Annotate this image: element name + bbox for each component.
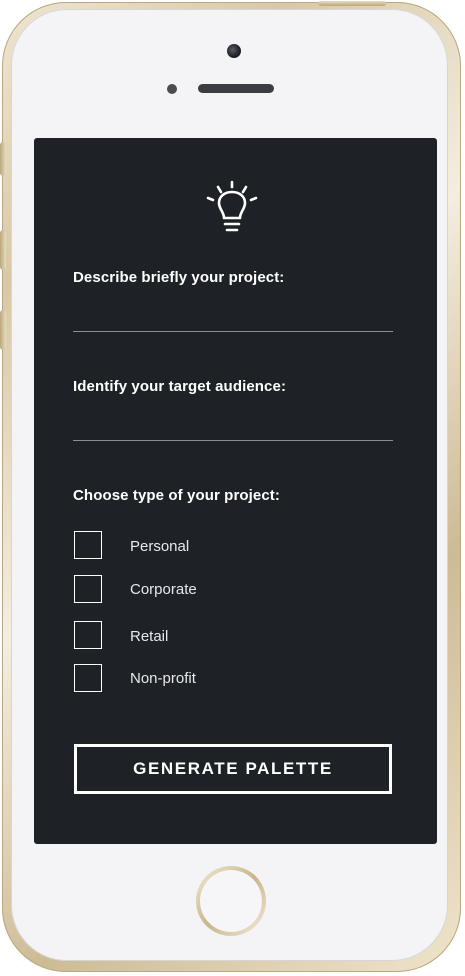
project-type-label: Choose type of your project:	[73, 487, 280, 504]
checkbox-retail-label[interactable]: Retail	[130, 628, 168, 645]
checkbox-corporate-label[interactable]: Corporate	[130, 581, 197, 598]
checkbox-non-profit[interactable]	[74, 664, 102, 692]
volume-up-button	[0, 230, 6, 270]
checkbox-corporate[interactable]	[74, 575, 102, 603]
checkbox-personal-label[interactable]: Personal	[130, 538, 189, 555]
checkbox-personal[interactable]	[74, 531, 102, 559]
checkbox-non-profit-label[interactable]: Non-profit	[130, 670, 196, 687]
generate-palette-button[interactable]: GENERATE PALETTE	[74, 744, 392, 794]
home-button[interactable]	[196, 866, 266, 936]
proximity-sensor-icon	[167, 84, 177, 94]
checkbox-retail[interactable]	[74, 621, 102, 649]
mute-switch	[0, 142, 6, 176]
power-button	[318, 1, 386, 6]
earpiece-speaker-icon	[198, 84, 274, 93]
volume-down-button	[0, 310, 6, 350]
project-description-input[interactable]	[73, 309, 393, 332]
target-audience-label: Identify your target audience:	[73, 378, 287, 395]
front-camera-icon	[227, 44, 241, 58]
lightbulb-icon	[206, 180, 258, 232]
project-description-label: Describe briefly your project:	[73, 269, 285, 286]
target-audience-input[interactable]	[73, 418, 393, 441]
